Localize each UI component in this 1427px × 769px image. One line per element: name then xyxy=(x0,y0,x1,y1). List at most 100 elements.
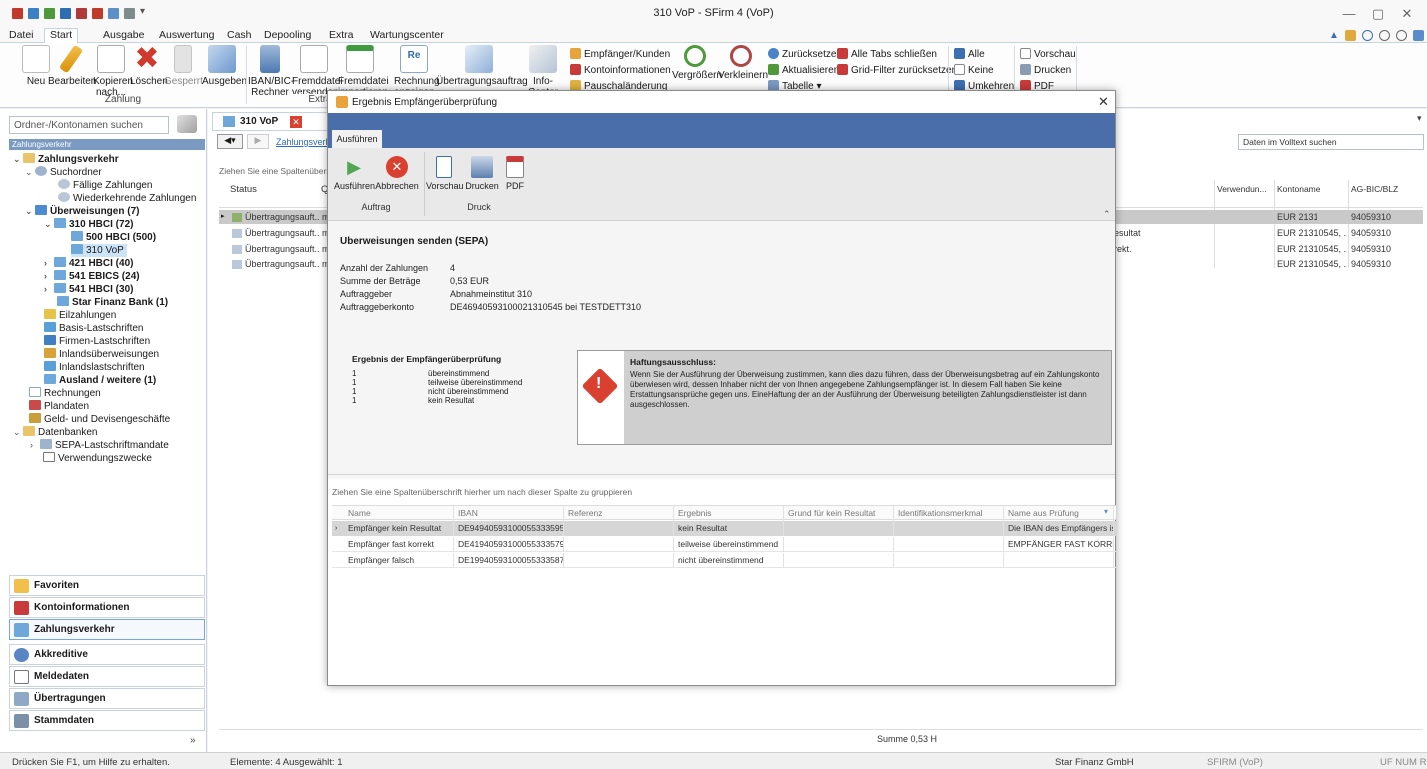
col-header-grund[interactable]: Grund für kein Resultat xyxy=(784,506,894,521)
drucken-dialog-button[interactable]: Drucken xyxy=(464,156,500,191)
col-header-verwendungszweck[interactable]: Verwendun... xyxy=(1217,184,1267,194)
nav-akkreditive[interactable]: Akkreditive xyxy=(9,644,205,665)
tree-item-suchordner[interactable]: ⌄ Suchordner xyxy=(25,166,102,179)
tree-item-basis-lastschriften[interactable]: Basis-Lastschriften xyxy=(44,322,143,335)
table-row[interactable]: › Empfänger kein Resultat DE949405931000… xyxy=(332,521,1116,536)
tree-item-plandaten[interactable]: Plandaten xyxy=(29,400,89,413)
tree-item-datenbanken[interactable]: ⌄ Datenbanken xyxy=(13,426,98,439)
menu-wartungscenter[interactable]: Wartungscenter xyxy=(365,29,449,43)
nav-stammdaten[interactable]: Stammdaten xyxy=(9,710,205,731)
pauschalaenderung-button[interactable]: Pauschaländerung xyxy=(570,80,667,90)
folder-search-input[interactable]: Ordner-/Kontonamen suchen xyxy=(9,116,169,134)
help-icon[interactable] xyxy=(1396,30,1407,41)
bearbeiten-button[interactable]: Bearbeiten xyxy=(48,44,96,93)
zuruecksetzen-button[interactable]: Zurücksetzen xyxy=(768,48,842,61)
nav-kontoinformationen[interactable]: Kontoinformationen xyxy=(9,597,205,618)
tree-item-541-ebics[interactable]: › 541 EBICS (24) xyxy=(44,270,140,283)
col-header-kontoname[interactable]: Kontoname xyxy=(1277,184,1320,194)
info-center-button[interactable]: Info-Center xyxy=(520,45,566,98)
tree-item-310-vop[interactable]: 310 VoP xyxy=(71,244,127,257)
abbrechen-button[interactable]: ✕ Abbrechen xyxy=(375,156,419,191)
ausgeben-button[interactable]: Ausgeben xyxy=(202,45,247,93)
column-filter-icon[interactable]: ▾ xyxy=(1104,507,1108,516)
col-header-name-aus-pruefung[interactable]: Name aus Prüfung xyxy=(1004,506,1114,521)
pdf-button[interactable]: PDF xyxy=(1020,80,1054,90)
tree-item-541-hbci[interactable]: › 541 HBCI (30) xyxy=(44,283,133,296)
iban-rechner-button[interactable]: IBAN/BIC-Rechner xyxy=(248,45,294,98)
tree-item-421-hbci[interactable]: › 421 HBCI (40) xyxy=(44,257,133,270)
tabelle-dropdown[interactable]: Tabelle ▾ xyxy=(768,80,822,90)
col-header-status[interactable]: Status xyxy=(230,184,257,195)
tree-item-star-finanz-bank[interactable]: Star Finanz Bank (1) xyxy=(57,296,168,309)
kopieren-button[interactable]: Kopieren nach... xyxy=(93,45,133,98)
col-header-identifikationsmerkmal[interactable]: Identifikationsmerkmal xyxy=(894,506,1004,521)
toolbar-collapse-icon[interactable]: ⌃ xyxy=(1103,209,1111,220)
tab-close-icon[interactable]: ✕ xyxy=(290,116,302,128)
nav-favoriten[interactable]: Favoriten xyxy=(9,575,205,596)
vorschau-button[interactable]: Vorschau xyxy=(1020,48,1076,61)
empfaenger-kunden-button[interactable]: Empfänger/Kunden xyxy=(570,48,670,61)
alle-tabs-schliessen-button[interactable]: Alle Tabs schließen xyxy=(837,48,937,61)
col-header-ag-bic-blz[interactable]: AG-BIC/BLZ xyxy=(1351,184,1398,194)
loeschen-button[interactable]: ✖ Löschen xyxy=(130,44,168,93)
tree-item-verwendungszwecke[interactable]: Verwendungszwecke xyxy=(43,452,152,465)
minimize-icon[interactable]: — xyxy=(1340,6,1358,21)
settings-icon[interactable] xyxy=(1379,30,1390,41)
tree-item-wiederkehrende-zahlungen[interactable]: Wiederkehrende Zahlungen xyxy=(58,192,196,205)
tree-item-zahlungsverkehr[interactable]: ⌄ Zahlungsverkehr xyxy=(13,153,119,166)
nav-expand-chevron-icon[interactable]: » xyxy=(190,735,196,746)
forward-button[interactable]: ▶ xyxy=(247,134,269,149)
tab-list-dropdown-icon[interactable]: ▾ xyxy=(1417,113,1422,124)
umkehren-button[interactable]: Umkehren xyxy=(954,80,1014,90)
neu-button[interactable]: Neu xyxy=(22,45,50,93)
drucken-button[interactable]: Drucken xyxy=(1020,64,1071,77)
fremddatei-versenden-button[interactable]: Fremddatei versenden xyxy=(292,45,343,98)
table-row[interactable]: Empfänger fast korrekt DE419405931000553… xyxy=(332,537,1116,552)
bookmark-icon[interactable] xyxy=(1345,30,1356,41)
menu-extra[interactable]: Extra xyxy=(324,29,359,43)
ribbon-collapse-icon[interactable]: ▲ xyxy=(1329,30,1339,41)
pdf-dialog-button[interactable]: PDF xyxy=(502,156,528,191)
fremddatei-importieren-button[interactable]: Fremddatei importieren xyxy=(338,45,389,98)
gesperrt-button[interactable]: Gesperrt xyxy=(164,45,203,93)
verkleinern-button[interactable]: Verkleinern xyxy=(718,45,768,93)
tree-item-eilzahlungen[interactable]: Eilzahlungen xyxy=(44,309,116,322)
dialog-tab-ausfuehren[interactable]: Ausführen xyxy=(332,130,382,149)
tree-item-inlandslastschriften[interactable]: Inlandslastschriften xyxy=(44,361,145,374)
menu-datei[interactable]: Datei xyxy=(4,29,39,43)
menu-cash[interactable]: Cash xyxy=(222,29,257,43)
tree-item-500-hbci[interactable]: 500 HBCI (500) xyxy=(71,231,156,244)
user-icon[interactable] xyxy=(1413,30,1424,41)
tree-item-310-hbci[interactable]: ⌄ 310 HBCI (72) xyxy=(44,218,133,231)
menu-start[interactable]: Start xyxy=(44,28,79,44)
alle-button[interactable]: Alle xyxy=(954,48,985,61)
fulltext-search-input[interactable]: Daten im Volltext suchen xyxy=(1238,134,1424,150)
col-header-iban[interactable]: IBAN xyxy=(454,506,564,521)
tree-item-inlandsueberweisungen[interactable]: Inlandsüberweisungen xyxy=(44,348,159,361)
tree-item-ausland-weitere[interactable]: Ausland / weitere (1) xyxy=(44,374,156,387)
back-button[interactable]: ◀▾ xyxy=(217,134,243,149)
table-row[interactable]: Empfänger falsch DE19940593100055333587 … xyxy=(332,553,1116,568)
tree-item-faellige-zahlungen[interactable]: Fällige Zahlungen xyxy=(58,179,153,192)
col-header-referenz[interactable]: Referenz xyxy=(564,506,674,521)
kontoinformationen-button[interactable]: Kontoinformationen xyxy=(570,64,671,77)
ausfuehren-button[interactable]: ▶ Ausführen xyxy=(334,156,375,191)
rechnung-anzeigen-button[interactable]: Re Rechnung anzeigen xyxy=(394,45,440,98)
tree-item-firmen-lastschriften[interactable]: Firmen-Lastschriften xyxy=(44,335,150,348)
nav-meldedaten[interactable]: Meldedaten xyxy=(9,666,205,687)
tree-item-rechnungen[interactable]: Rechnungen xyxy=(29,387,101,400)
dialog-close-icon[interactable]: ✕ xyxy=(1098,94,1109,110)
menu-auswertung[interactable]: Auswertung xyxy=(154,29,219,43)
doc-tab-310-vop[interactable]: 310 VoP ✕ xyxy=(212,112,328,131)
close-icon[interactable]: ✕ xyxy=(1398,6,1416,22)
maximize-icon[interactable]: ▢ xyxy=(1369,6,1387,22)
aktualisieren-button[interactable]: Aktualisieren xyxy=(768,64,839,77)
nav-uebertragungen[interactable]: Übertragungen xyxy=(9,688,205,709)
info-icon[interactable] xyxy=(1362,30,1373,41)
home-icon[interactable] xyxy=(177,115,197,133)
tree-item-geld-devisengeschaefte[interactable]: Geld- und Devisengeschäfte xyxy=(29,413,170,426)
grid-filter-zuruecksetzen-button[interactable]: Grid-Filter zurücksetzen xyxy=(837,64,957,77)
keine-button[interactable]: Keine xyxy=(954,64,994,77)
menu-depooling[interactable]: Depooling xyxy=(259,29,316,43)
uebertragungsauftrag-button[interactable]: Übertragungsauftrag xyxy=(436,45,528,93)
